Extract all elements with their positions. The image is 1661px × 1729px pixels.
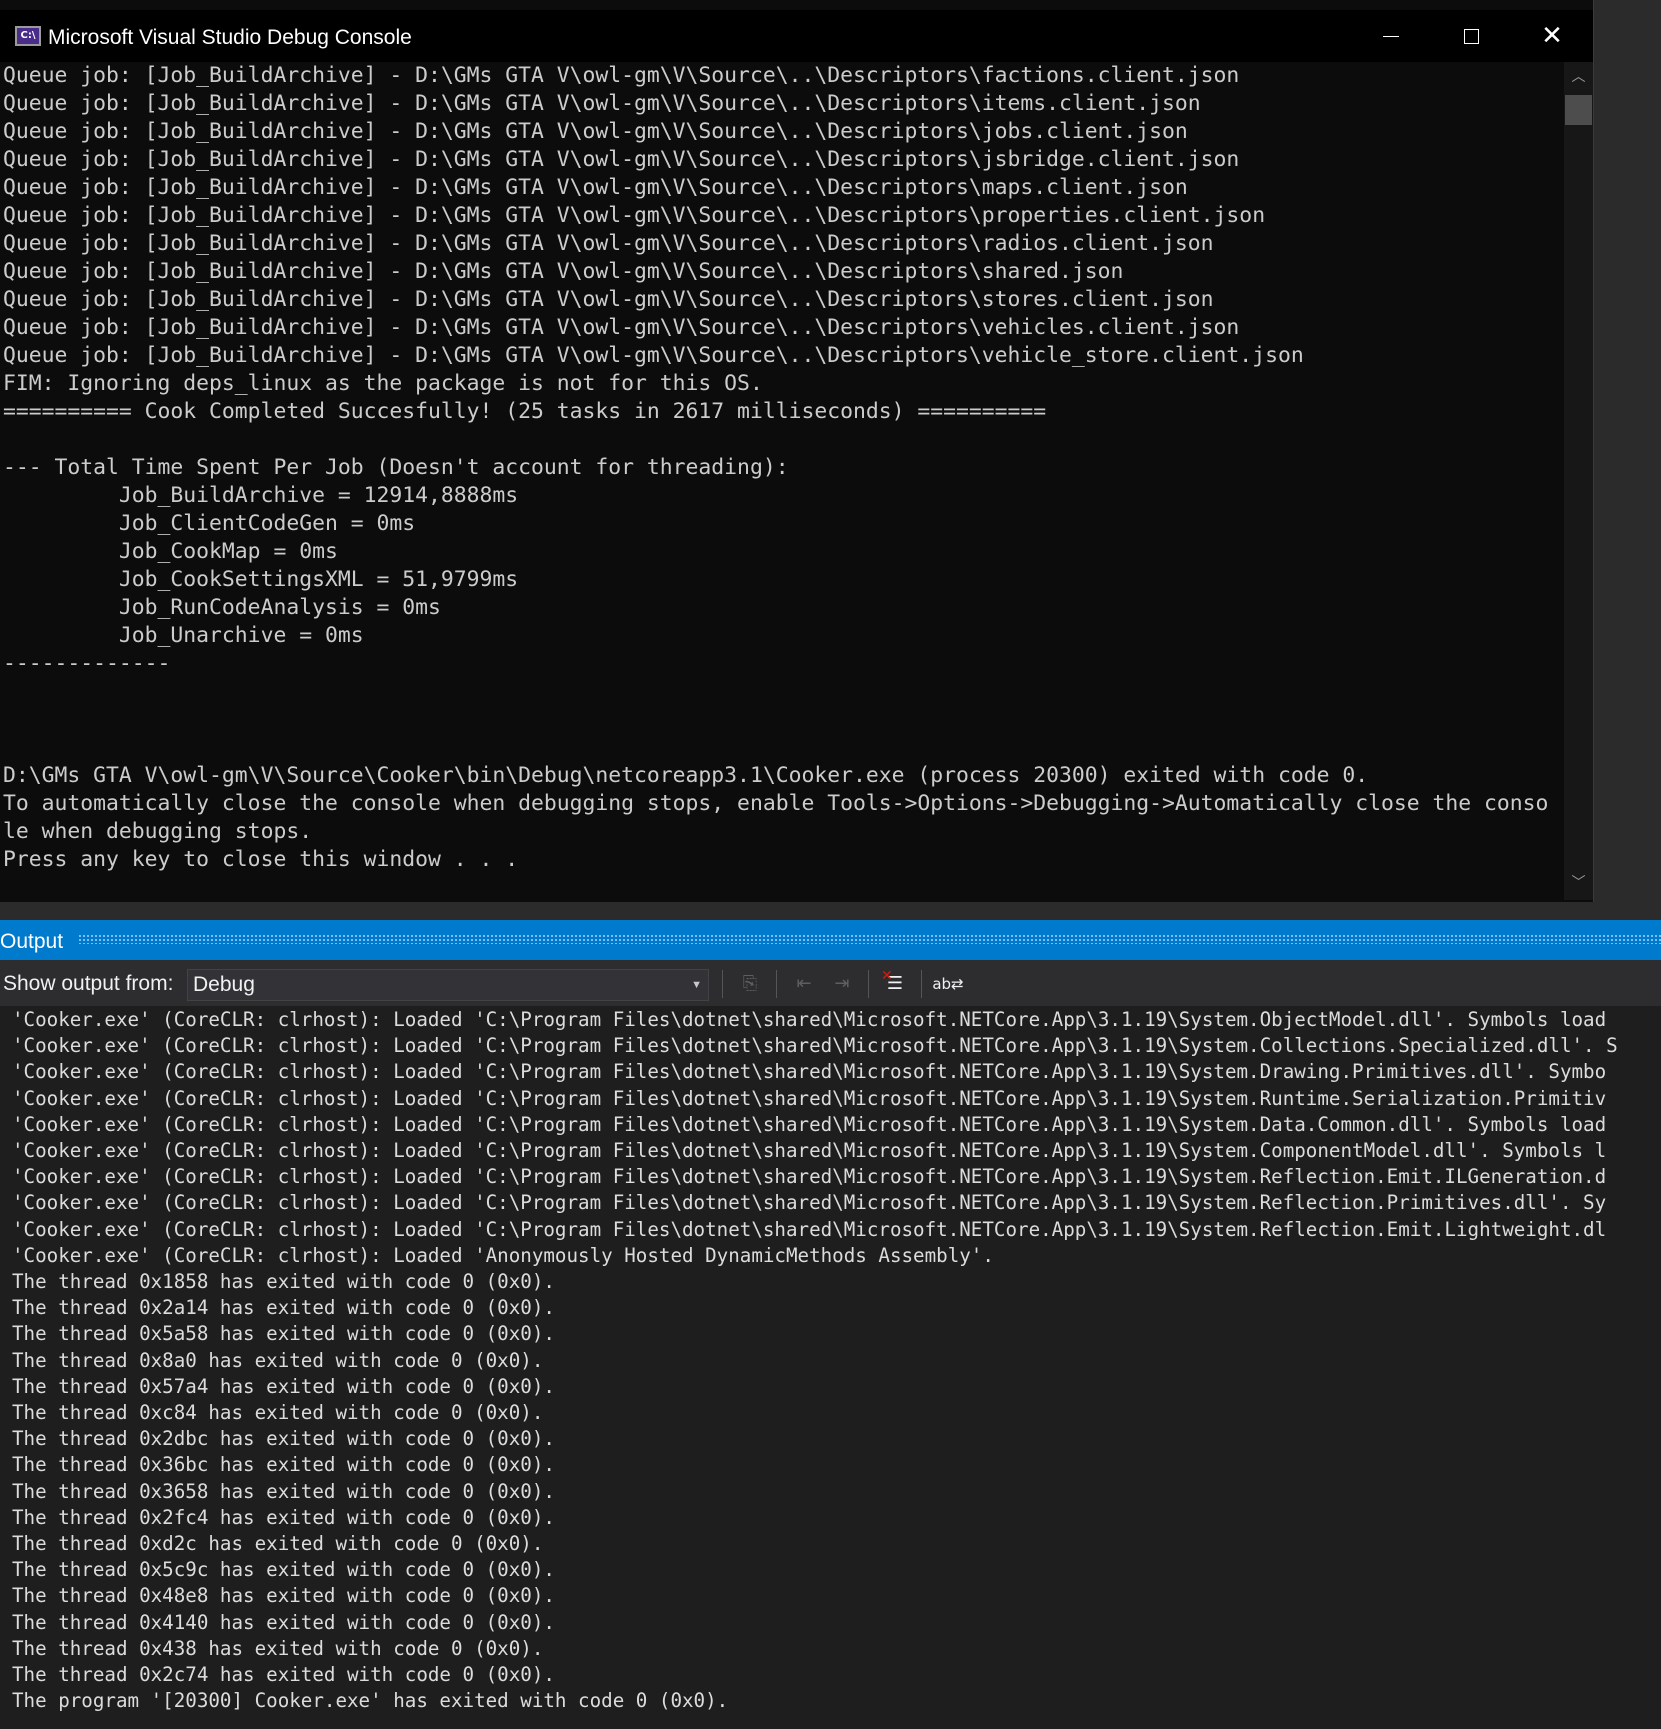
scrollbar-thumb[interactable] [1565, 95, 1592, 125]
output-panel-title: Output [0, 930, 64, 953]
minimize-icon [1383, 36, 1399, 37]
output-line: The thread 0x57a4 has exited with code 0… [12, 1374, 555, 1398]
output-line: 'Cooker.exe' (CoreCLR: clrhost): Loaded … [12, 1008, 1607, 1031]
window-title: Microsoft Visual Studio Debug Console [48, 26, 412, 49]
go-to-previous-message-icon[interactable]: ⇤ [788, 968, 820, 1000]
console-line: D:\GMs GTA V\owl-gm\V\Source\Cooker\bin\… [3, 763, 1369, 788]
dropdown-arrow-icon: ▼ [691, 979, 702, 991]
maximize-icon [1463, 29, 1479, 44]
console-line: Queue job: [Job_BuildArchive] - D:\GMs G… [3, 231, 1214, 256]
toolbar-separator [868, 970, 869, 998]
console-line: le when debugging stops. [3, 819, 313, 844]
console-line: Queue job: [Job_BuildArchive] - D:\GMs G… [3, 259, 1124, 284]
output-toolbar: Show output from: Debug ▼ ⎘ ⇤ ⇥ ☰ ✕ ab⇄ [0, 960, 1661, 1006]
console-line: Queue job: [Job_BuildArchive] - D:\GMs G… [3, 175, 1188, 200]
output-line: The thread 0x1858 has exited with code 0… [12, 1270, 555, 1294]
clear-all-icon[interactable]: ☰ ✕ [879, 968, 911, 1000]
output-line: The thread 0x48e8 has exited with code 0… [12, 1584, 555, 1608]
output-line: The thread 0x5c9c has exited with code 0… [12, 1558, 555, 1582]
console-line: Press any key to close this window . . . [3, 847, 519, 872]
toolbar-separator [776, 970, 777, 998]
output-log-text[interactable]: 'Cooker.exe' (CoreCLR: clrhost): Loaded … [12, 1006, 1661, 1729]
output-panel: Output Show output from: Debug ▼ ⎘ ⇤ ⇥ ☰… [0, 920, 1661, 1729]
console-line: Job_CookMap = 0ms [3, 539, 338, 564]
console-line: ========== Cook Completed Succesfully! (… [3, 399, 1047, 424]
console-app-icon: C:\ [15, 26, 41, 46]
output-line: The thread 0x2dbc has exited with code 0… [12, 1427, 555, 1451]
output-line: The thread 0x2fc4 has exited with code 0… [12, 1505, 555, 1529]
toolbar-separator [921, 970, 922, 998]
scroll-down-icon[interactable]: ﹀ [1564, 872, 1593, 894]
output-line: The thread 0xc84 has exited with code 0 … [12, 1401, 544, 1425]
console-line: --- Total Time Spent Per Job (Doesn't ac… [3, 455, 789, 480]
output-line: 'Cooker.exe' (CoreCLR: clrhost): Loaded … [12, 1139, 1607, 1163]
go-to-next-message-icon[interactable]: ⇥ [826, 968, 858, 1000]
output-line: 'Cooker.exe' (CoreCLR: clrhost): Loaded … [12, 1165, 1607, 1189]
output-line: The thread 0x3658 has exited with code 0… [12, 1479, 555, 1503]
console-line: Queue job: [Job_BuildArchive] - D:\GMs G… [3, 63, 1240, 88]
output-line: The program '[20300] Cooker.exe' has exi… [12, 1689, 729, 1713]
output-line: 'Cooker.exe' (CoreCLR: clrhost): Loaded … [12, 1191, 1607, 1215]
find-message-icon[interactable]: ⎘ [734, 968, 766, 1000]
output-line: 'Cooker.exe' (CoreCLR: clrhost): Loaded … [12, 1112, 1607, 1136]
output-line: The thread 0x438 has exited with code 0 … [12, 1636, 544, 1660]
console-titlebar[interactable]: C:\ Microsoft Visual Studio Debug Consol… [0, 10, 1593, 62]
console-scrollbar[interactable]: ︿ ﹀ [1564, 62, 1593, 900]
console-line: Job_ClientCodeGen = 0ms [3, 511, 416, 536]
console-line: Queue job: [Job_BuildArchive] - D:\GMs G… [3, 147, 1240, 172]
output-line: The thread 0x8a0 has exited with code 0 … [12, 1348, 544, 1372]
console-output-text[interactable]: Queue job: [Job_BuildArchive] - D:\GMs G… [3, 62, 1563, 900]
console-line: Queue job: [Job_BuildArchive] - D:\GMs G… [3, 91, 1201, 116]
output-line: 'Cooker.exe' (CoreCLR: clrhost): Loaded … [12, 1086, 1607, 1110]
output-source-dropdown[interactable]: Debug ▼ [187, 969, 709, 1001]
output-line: 'Cooker.exe' (CoreCLR: clrhost): Loaded … [12, 1217, 1607, 1241]
console-line: Job_BuildArchive = 12914,8888ms [3, 483, 519, 508]
close-button[interactable]: ✕ [1512, 10, 1592, 62]
output-panel-header[interactable]: Output [0, 920, 1661, 960]
console-line: Queue job: [Job_BuildArchive] - D:\GMs G… [3, 203, 1266, 228]
toggle-word-wrap-icon[interactable]: ab⇄ [932, 968, 964, 1000]
output-line: 'Cooker.exe' (CoreCLR: clrhost): Loaded … [12, 1034, 1618, 1058]
console-line: Queue job: [Job_BuildArchive] - D:\GMs G… [3, 287, 1214, 312]
console-line: Queue job: [Job_BuildArchive] - D:\GMs G… [3, 119, 1188, 144]
output-line: The thread 0x4140 has exited with code 0… [12, 1610, 555, 1634]
close-icon: ✕ [1541, 21, 1563, 51]
debug-console-window: C:\ Microsoft Visual Studio Debug Consol… [0, 0, 1594, 902]
console-line: To automatically close the console when … [3, 791, 1549, 816]
output-line: The thread 0x5a58 has exited with code 0… [12, 1322, 555, 1346]
scroll-up-icon[interactable]: ︿ [1564, 66, 1593, 88]
console-line: Queue job: [Job_BuildArchive] - D:\GMs G… [3, 315, 1240, 340]
console-line: Job_CookSettingsXML = 51,9799ms [3, 567, 519, 592]
minimize-button[interactable] [1351, 10, 1431, 62]
console-line: Job_Unarchive = 0ms [3, 623, 364, 648]
maximize-button[interactable] [1431, 10, 1511, 62]
output-source-value: Debug [193, 973, 255, 996]
output-line: The thread 0x2a14 has exited with code 0… [12, 1296, 555, 1320]
console-line: ------------- [3, 651, 171, 676]
panel-grip[interactable] [78, 934, 1661, 944]
output-line: 'Cooker.exe' (CoreCLR: clrhost): Loaded … [12, 1243, 994, 1267]
output-line: The thread 0xd2c has exited with code 0 … [12, 1532, 544, 1556]
toolbar-separator [722, 970, 723, 998]
output-line: 'Cooker.exe' (CoreCLR: clrhost): Loaded … [12, 1060, 1607, 1084]
output-line: The thread 0x36bc has exited with code 0… [12, 1453, 555, 1477]
console-line: FIM: Ignoring deps_linux as the package … [3, 371, 763, 396]
console-line: Job_RunCodeAnalysis = 0ms [3, 595, 441, 620]
show-output-from-label: Show output from: [3, 972, 174, 995]
console-line: Queue job: [Job_BuildArchive] - D:\GMs G… [3, 343, 1304, 368]
output-line: The thread 0x2c74 has exited with code 0… [12, 1663, 555, 1687]
